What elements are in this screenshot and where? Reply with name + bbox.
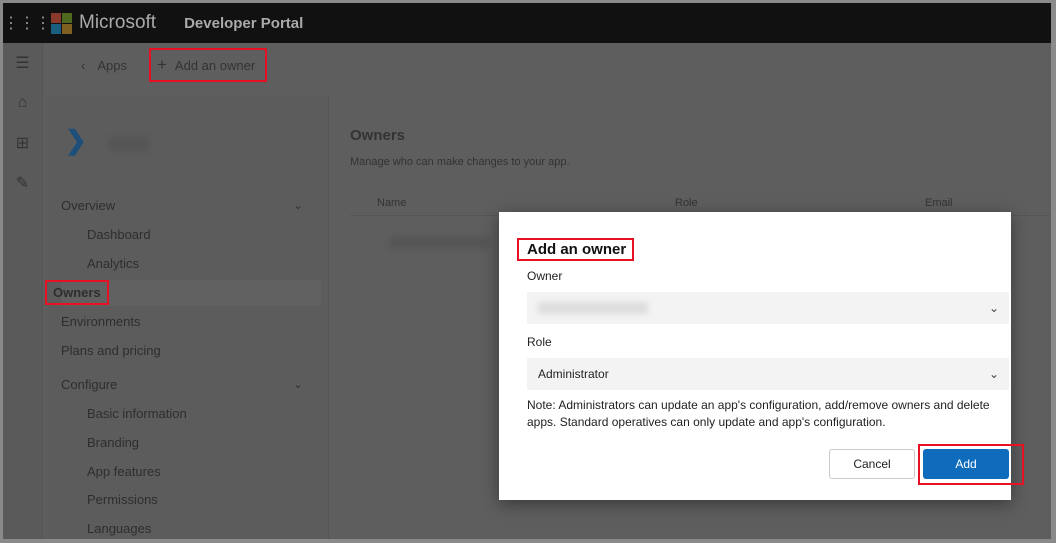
brand-name: Microsoft <box>79 12 157 33</box>
home-icon[interactable]: ⌂ <box>3 83 42 123</box>
sidebar-item-owners[interactable]: Owners <box>45 280 125 305</box>
sidebar-item-plans[interactable]: Plans and pricing <box>61 343 161 358</box>
app-name-redacted <box>109 137 149 151</box>
top-bar: ⋮⋮⋮ Microsoft Developer Portal <box>3 3 1051 43</box>
edit-icon[interactable]: ✎ <box>3 163 42 203</box>
left-rail: ☰ ⌂ ⊞ ✎ <box>3 43 43 539</box>
owners-panel: Owners Manage who can make changes to yo… <box>350 127 1051 249</box>
role-label: Role <box>527 335 552 349</box>
breadcrumb-apps[interactable]: Apps <box>97 58 127 73</box>
column-role[interactable]: Role <box>675 197 698 209</box>
apps-icon[interactable]: ⊞ <box>3 123 42 163</box>
sidebar-item-dashboard[interactable]: Dashboard <box>87 227 151 242</box>
owner-select[interactable]: ⌄ <box>527 292 1009 324</box>
chevron-down-icon: ⌄ <box>988 301 999 315</box>
role-select[interactable]: Administrator ⌄ <box>527 358 1009 390</box>
dialog-title: Add an owner <box>517 238 635 261</box>
sidebar: ❯ Overview ⌄ Dashboard Analytics Owners … <box>45 95 329 539</box>
page-title: Owners <box>350 127 406 144</box>
sidebar-group-configure[interactable]: Configure <box>61 377 117 392</box>
owner-row-redacted <box>390 237 490 249</box>
add-owner-button[interactable]: + Add an owner <box>148 48 268 82</box>
add-button[interactable]: Add <box>923 449 1009 479</box>
portal-title[interactable]: Developer Portal <box>184 15 303 32</box>
column-name[interactable]: Name <box>377 197 406 209</box>
column-email[interactable]: Email <box>925 197 953 209</box>
page-subtitle: Manage who can make changes to your app. <box>350 156 570 168</box>
sidebar-item-basic-info[interactable]: Basic information <box>87 406 187 421</box>
microsoft-logo <box>51 12 72 34</box>
sidebar-item-analytics[interactable]: Analytics <box>87 256 139 271</box>
app-launcher-icon[interactable]: ⋮⋮⋮ <box>3 13 51 33</box>
cancel-button[interactable]: Cancel <box>829 449 915 479</box>
sidebar-item-branding[interactable]: Branding <box>87 435 139 450</box>
sidebar-item-environments[interactable]: Environments <box>61 314 140 329</box>
owner-label: Owner <box>527 269 563 283</box>
chevron-down-icon: ⌄ <box>988 367 999 381</box>
add-owner-dialog: Add an owner Owner ⌄ Role Administrator ⌄… <box>499 212 1024 500</box>
role-note: Note: Administrators can update an app's… <box>527 398 990 429</box>
role-value: Administrator <box>538 367 609 381</box>
add-owner-label: Add an owner <box>174 57 256 73</box>
chevron-left-icon[interactable]: ‹ <box>81 58 85 73</box>
chevron-down-icon[interactable]: ⌄ <box>293 198 303 212</box>
breadcrumb: ‹ Apps + Add an owner <box>43 43 1051 87</box>
sidebar-item-app-features[interactable]: App features <box>87 464 161 479</box>
sidebar-item-permissions[interactable]: Permissions <box>87 492 158 507</box>
owners-label: Owners <box>45 280 109 305</box>
chevron-down-icon[interactable]: ⌄ <box>293 377 303 391</box>
owner-value-redacted <box>538 302 648 314</box>
app-window: ⋮⋮⋮ Microsoft Developer Portal ☰ ⌂ ⊞ ✎ ‹… <box>3 3 1051 539</box>
menu-icon[interactable]: ☰ <box>3 43 42 83</box>
sidebar-item-languages[interactable]: Languages <box>87 521 151 536</box>
sidebar-group-overview[interactable]: Overview <box>61 198 115 213</box>
plus-icon: + <box>156 55 167 74</box>
app-icon: ❯ <box>65 125 87 155</box>
